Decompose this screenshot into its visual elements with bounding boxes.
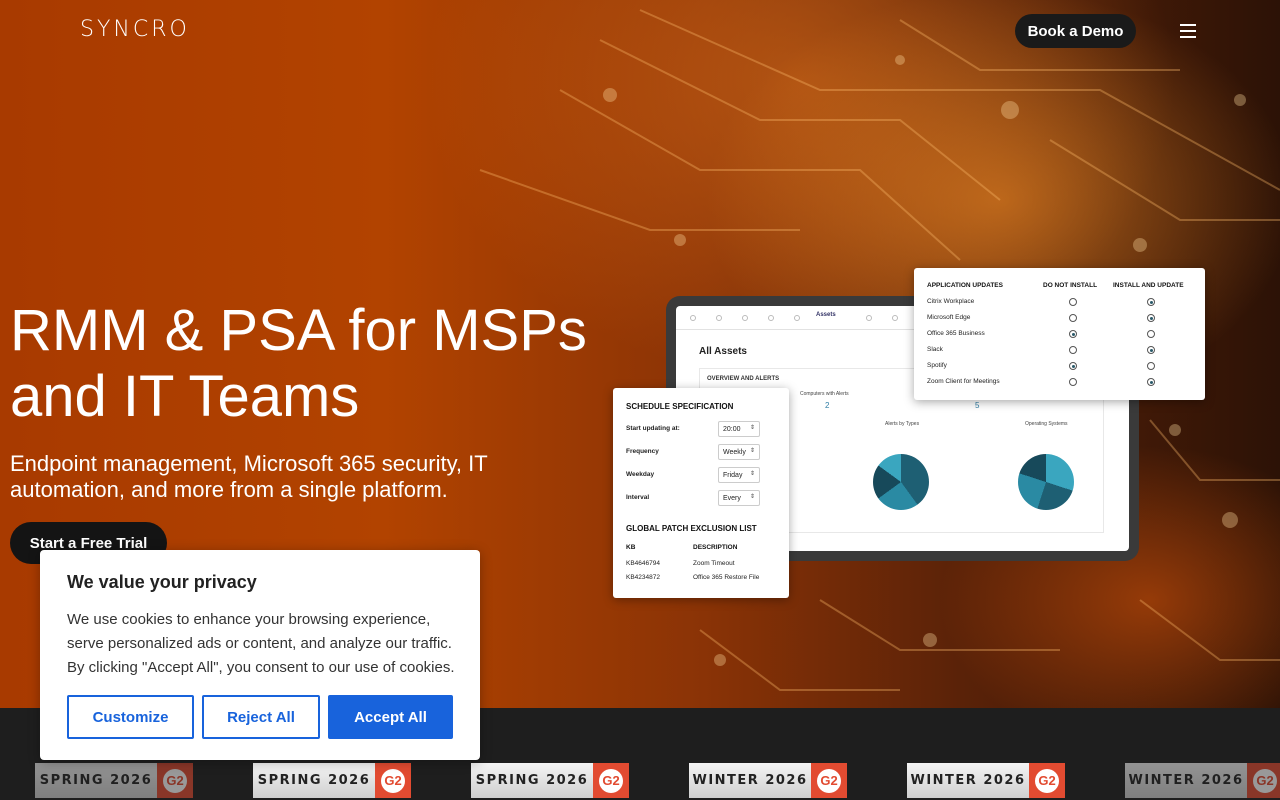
badge-season: WINTER 2026	[689, 763, 811, 798]
nav-icon	[716, 315, 722, 321]
chevron-updown-icon: ⇕	[749, 471, 755, 477]
badge-season: SPRING 2026	[253, 763, 375, 798]
hamburger-menu-icon[interactable]	[1180, 24, 1196, 38]
exclusion-kb: KB4646794	[626, 560, 660, 567]
badge-season: WINTER 2026	[1125, 763, 1247, 798]
schedule-select[interactable]: 20:00 ⇕	[718, 421, 760, 437]
badge-season: SPRING 2026	[471, 763, 593, 798]
schedule-value: Every	[723, 495, 741, 502]
chevron-updown-icon: ⇕	[749, 425, 755, 431]
stat-label: Computers with Alerts	[800, 391, 849, 397]
g2-mark: G2	[817, 768, 841, 793]
g2-logo-icon: G2	[593, 763, 629, 798]
cookie-title: We value your privacy	[67, 572, 257, 592]
schedule-label: Interval	[626, 494, 650, 501]
app-name: Office 365 Business	[927, 330, 985, 337]
schedule-value: 20:00	[723, 426, 741, 433]
hero-headline: RMM & PSA for MSPs and IT Teams	[10, 298, 587, 429]
schedule-select[interactable]: Every ⇕	[718, 490, 760, 506]
app-name: Slack	[927, 346, 943, 353]
g2-logo-icon: G2	[157, 763, 193, 798]
nav-icon	[892, 315, 898, 321]
g2-mark: G2	[381, 768, 405, 793]
kb-column-header: KB	[626, 544, 636, 551]
chevron-updown-icon: ⇕	[749, 494, 755, 500]
do-not-install-radio[interactable]	[1069, 298, 1077, 306]
app-name: Citrix Workplace	[927, 298, 975, 305]
stat-value: 2	[825, 401, 830, 410]
install-update-radio[interactable]	[1147, 314, 1155, 322]
do-not-install-header: DO NOT INSTALL	[1043, 282, 1098, 289]
overview-title: OVERVIEW AND ALERTS	[707, 376, 780, 382]
exclusion-title: GLOBAL PATCH EXCLUSION LIST	[626, 524, 757, 533]
app-name: Microsoft Edge	[927, 314, 971, 321]
nav-icon	[794, 315, 800, 321]
reject-all-button[interactable]: Reject All	[202, 695, 320, 739]
nav-icon	[742, 315, 748, 321]
exclusion-desc: Office 365 Restore File	[693, 574, 760, 581]
do-not-install-radio[interactable]	[1069, 378, 1077, 386]
schedule-select[interactable]: Friday ⇕	[718, 467, 760, 483]
schedule-value: Friday	[723, 472, 743, 479]
install-update-radio[interactable]	[1147, 346, 1155, 354]
do-not-install-radio[interactable]	[1069, 314, 1077, 322]
cookie-text: We use cookies to enhance your browsing …	[67, 611, 455, 676]
pie-chart	[1018, 454, 1074, 510]
install-update-radio[interactable]	[1147, 330, 1155, 338]
chevron-updown-icon: ⇕	[749, 448, 755, 454]
do-not-install-radio[interactable]	[1069, 330, 1077, 338]
syncro-logo[interactable]: SYNCRO	[80, 17, 190, 42]
g2-mark: G2	[1253, 768, 1277, 793]
hero-subhead: Endpoint management, Microsoft 365 secur…	[10, 451, 488, 502]
exclusion-desc: Zoom Timeout	[693, 560, 735, 567]
schedule-title: SCHEDULE SPECIFICATION	[626, 402, 734, 411]
do-not-install-radio[interactable]	[1069, 362, 1077, 370]
install-update-radio[interactable]	[1147, 362, 1155, 370]
app-name: Spotify	[927, 362, 947, 369]
schedule-value: Weekly	[723, 449, 746, 456]
chart-title: Alerts by Types	[885, 421, 920, 427]
description-column-header: DESCRIPTION	[693, 544, 738, 551]
g2-logo-icon: G2	[1247, 763, 1280, 798]
g2-logo-icon: G2	[811, 763, 847, 798]
cookie-consent-banner: We value your privacy We use cookies to …	[40, 550, 480, 760]
schedule-specification-card: SCHEDULE SPECIFICATION Start updating at…	[613, 388, 789, 598]
nav-tab-assets: Assets	[816, 312, 836, 318]
schedule-label: Weekday	[626, 471, 655, 478]
app-name: Zoom Client for Meetings	[927, 378, 1000, 385]
stat-value: 5	[975, 401, 980, 410]
app-updates-title: APPLICATION UPDATES	[927, 282, 1003, 289]
g2-logo-icon: G2	[375, 763, 411, 798]
schedule-label: Start updating at:	[626, 425, 680, 432]
badge-season: WINTER 2026	[907, 763, 1029, 798]
chart-title: Operating Systems	[1025, 421, 1068, 427]
do-not-install-radio[interactable]	[1069, 346, 1077, 354]
exclusion-kb: KB4234872	[626, 574, 660, 581]
customize-button[interactable]: Customize	[67, 695, 194, 739]
nav-icon	[690, 315, 696, 321]
schedule-select[interactable]: Weekly ⇕	[718, 444, 760, 460]
g2-mark: G2	[599, 768, 623, 793]
application-updates-card: APPLICATION UPDATES DO NOT INSTALL INSTA…	[914, 268, 1205, 400]
nav-icon	[768, 315, 774, 321]
install-update-radio[interactable]	[1147, 378, 1155, 386]
install-update-radio[interactable]	[1147, 298, 1155, 306]
book-demo-button[interactable]: Book a Demo	[1015, 14, 1136, 48]
schedule-label: Frequency	[626, 448, 659, 455]
all-assets-title: All Assets	[699, 346, 747, 357]
g2-mark: G2	[1035, 768, 1059, 793]
badge-season: SPRING 2026	[35, 763, 157, 798]
g2-logo-icon: G2	[1029, 763, 1065, 798]
pie-chart	[873, 454, 929, 510]
accept-all-button[interactable]: Accept All	[328, 695, 453, 739]
install-update-header: INSTALL AND UPDATE	[1113, 282, 1184, 289]
nav-icon	[866, 315, 872, 321]
g2-mark: G2	[163, 768, 187, 793]
